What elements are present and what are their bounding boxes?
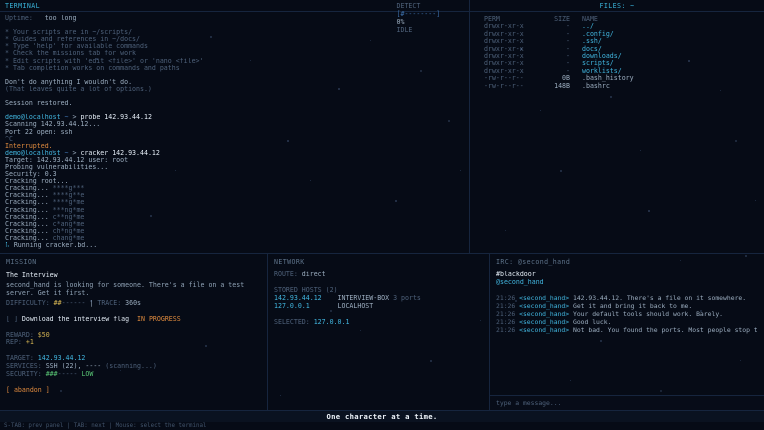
terminal-line: Interrupted. bbox=[5, 143, 464, 150]
terminal-line: Uptime: too long bbox=[5, 15, 464, 22]
terminal-line: ⠧ Running cracker.bd... bbox=[5, 242, 464, 249]
terminal-line: demo@localhost ~ > cracker 142.93.44.12 bbox=[5, 150, 464, 157]
file-row[interactable]: -rw-r--r--148B .bashrc bbox=[484, 83, 760, 90]
terminal-line: Cracking... c*ang*me bbox=[5, 221, 464, 228]
terminal-line: Scanning 142.93.44.12... bbox=[5, 121, 464, 128]
files-panel: PERM SIZE NAME drwxr-xr-x-../drwxr-xr-x-… bbox=[470, 12, 764, 253]
irc-message: 21:26 <second_hand> Your default tools s… bbox=[496, 310, 758, 318]
mission-line bbox=[6, 308, 261, 316]
file-row[interactable]: drwxr-xr-x-.config/ bbox=[484, 31, 760, 38]
file-row[interactable]: drwxr-xr-x-downloads/ bbox=[484, 53, 760, 60]
terminal-line: Cracking root... bbox=[5, 178, 464, 185]
terminal-line: Security: 0.3 bbox=[5, 171, 464, 178]
stored-hosts-label: STORED HOSTS (2) bbox=[274, 287, 483, 295]
network-host-list: 142.93.44.12 INTERVIEW-BOX 3 ports127.0.… bbox=[274, 295, 483, 311]
network-host-row[interactable]: 142.93.44.12 INTERVIEW-BOX 3 ports bbox=[274, 295, 483, 303]
file-row[interactable]: drwxr-xr-x-docs/ bbox=[484, 46, 760, 53]
terminal-line bbox=[5, 93, 464, 100]
irc-panel: IRC: @second_hand #blackdoor @second_han… bbox=[490, 254, 764, 410]
mission-line bbox=[6, 347, 261, 355]
keybind-hint-bar: S-TAB: prev panel | TAB: next | Mouse: s… bbox=[0, 422, 764, 430]
files-header-row: PERM SIZE NAME bbox=[484, 16, 760, 23]
status-message: One character at a time. bbox=[326, 412, 437, 421]
terminal-line: Cracking... ****g*** bbox=[5, 185, 464, 192]
mission-line: REWARD: $50 bbox=[6, 332, 261, 340]
terminal-line: * Check the missions tab for work bbox=[5, 50, 464, 57]
network-host-row[interactable]: 127.0.0.1 LOCALHOST bbox=[274, 303, 483, 311]
mission-details: DIFFICULTY: ##------ | TRACE: 360s [ ] D… bbox=[6, 300, 261, 379]
terminal-header: TERMINAL TRACE [##############-] 294s DE… bbox=[0, 0, 470, 11]
files-list: drwxr-xr-x-../drwxr-xr-x-.config/drwxr-x… bbox=[484, 23, 760, 90]
files-header: FILES: ~ bbox=[470, 2, 764, 10]
irc-message: 21:26 <second_hand> Not bad. You found t… bbox=[496, 326, 758, 334]
terminal-line: * Type 'help' for available commands bbox=[5, 43, 464, 50]
terminal-panel-title: TERMINAL bbox=[5, 2, 40, 10]
irc-input-row bbox=[490, 395, 764, 410]
files-panel-title: FILES: ~ bbox=[600, 2, 635, 10]
irc-message-log: 21:26 <second_hand> 142.93.44.12. There'… bbox=[496, 294, 758, 334]
mission-line: REP: +1 bbox=[6, 339, 261, 347]
mission-panel-title: MISSION bbox=[6, 258, 261, 266]
mission-line bbox=[6, 324, 261, 332]
terminal-line: Cracking... chang*me bbox=[5, 235, 464, 242]
mission-line: DIFFICULTY: ##------ | TRACE: 360s bbox=[6, 300, 261, 308]
file-perm: -rw-r--r-- bbox=[484, 83, 540, 90]
irc-message: 21:26 <second_hand> Good luck. bbox=[496, 318, 758, 326]
top-bar: TERMINAL TRACE [##############-] 294s DE… bbox=[0, 0, 764, 12]
mission-line: TARGET: 142.93.44.12 bbox=[6, 355, 261, 363]
mission-line: SERVICES: SSH (22), ---- (scanning...) bbox=[6, 363, 261, 371]
terminal-line: ^C bbox=[5, 136, 464, 143]
mission-title: The Interview bbox=[6, 271, 261, 280]
detect-label: DETECT bbox=[397, 2, 421, 10]
main-area: Uptime: too long * Your scripts are in ~… bbox=[0, 12, 764, 253]
network-panel: NETWORK ROUTE: direct STORED HOSTS (2) 1… bbox=[268, 254, 490, 410]
network-route: ROUTE: direct bbox=[274, 271, 483, 279]
terminal-line: Port 22 open: ssh bbox=[5, 129, 464, 136]
terminal-line: * Guides and references in ~/docs/ bbox=[5, 36, 464, 43]
terminal-line: * Your scripts are in ~/scripts/ bbox=[5, 29, 464, 36]
network-selected-line: SELECTED: 127.0.0.1 bbox=[274, 319, 483, 327]
terminal-line: Target: 142.93.44.12 user: root bbox=[5, 157, 464, 164]
network-route-line: ROUTE: direct bbox=[274, 271, 483, 279]
terminal-line: Probing vulnerabilities... bbox=[5, 164, 464, 171]
terminal-line: * Tab completion works on commands and p… bbox=[5, 65, 464, 72]
terminal-line: * Edit scripts with 'edit <file>' or 'na… bbox=[5, 58, 464, 65]
file-row[interactable]: drwxr-xr-x-scripts/ bbox=[484, 60, 760, 67]
network-panel-title: NETWORK bbox=[274, 258, 483, 266]
irc-message: 21:26 <second_hand> Get it and bring it … bbox=[496, 302, 758, 310]
irc-nick: @second_hand bbox=[496, 279, 758, 287]
bottom-panels: MISSION The Interview second_hand is loo… bbox=[0, 253, 764, 410]
keybind-hints-text: S-TAB: prev panel | TAB: next | Mouse: s… bbox=[4, 423, 206, 429]
irc-channel[interactable]: #blackdoor bbox=[496, 271, 758, 279]
file-row[interactable]: drwxr-xr-x-../ bbox=[484, 23, 760, 30]
terminal-line: demo@localhost ~ > probe 142.93.44.12 bbox=[5, 114, 464, 121]
terminal-line: Cracking... ****g*me bbox=[5, 199, 464, 206]
mission-line: SECURITY: ###----- LOW bbox=[6, 371, 261, 379]
terminal-line: Session restored. bbox=[5, 100, 464, 107]
terminal-line: Cracking... ****g**e bbox=[5, 192, 464, 199]
mission-description: second_hand is looking for someone. Ther… bbox=[6, 281, 261, 297]
terminal-line bbox=[5, 72, 464, 79]
abandon-button[interactable]: [ abandon ] bbox=[6, 386, 50, 394]
mission-panel: MISSION The Interview second_hand is loo… bbox=[0, 254, 268, 410]
terminal-line bbox=[5, 107, 464, 114]
mission-line: [ ] Download the interview flag IN PROGR… bbox=[6, 316, 261, 324]
terminal-line: (That leaves quite a lot of options.) bbox=[5, 86, 464, 93]
terminal-line: Cracking... ch*ng*me bbox=[5, 228, 464, 235]
irc-message: 21:26 <second_hand> 142.93.44.12. There'… bbox=[496, 294, 758, 302]
terminal-line bbox=[5, 22, 464, 29]
terminal-line: Cracking... c**ng*me bbox=[5, 214, 464, 221]
file-row[interactable]: -rw-r--r--0B.bash_history bbox=[484, 75, 760, 82]
terminal-panel[interactable]: Uptime: too long * Your scripts are in ~… bbox=[0, 12, 470, 253]
terminal-line: Don't do anything I wouldn't do. bbox=[5, 79, 464, 86]
file-name: .bashrc bbox=[582, 83, 610, 90]
status-message-bar: One character at a time. bbox=[0, 410, 764, 422]
file-row[interactable]: drwxr-xr-x-.ssh/ bbox=[484, 38, 760, 45]
terminal-line: Cracking... ***ng*me bbox=[5, 207, 464, 214]
network-selected: SELECTED: 127.0.0.1 bbox=[274, 319, 483, 327]
app-window: TERMINAL TRACE [##############-] 294s DE… bbox=[0, 0, 764, 430]
irc-panel-title: IRC: @second_hand bbox=[496, 258, 758, 266]
irc-message-input[interactable] bbox=[496, 399, 758, 407]
file-size: 148B bbox=[540, 83, 570, 90]
